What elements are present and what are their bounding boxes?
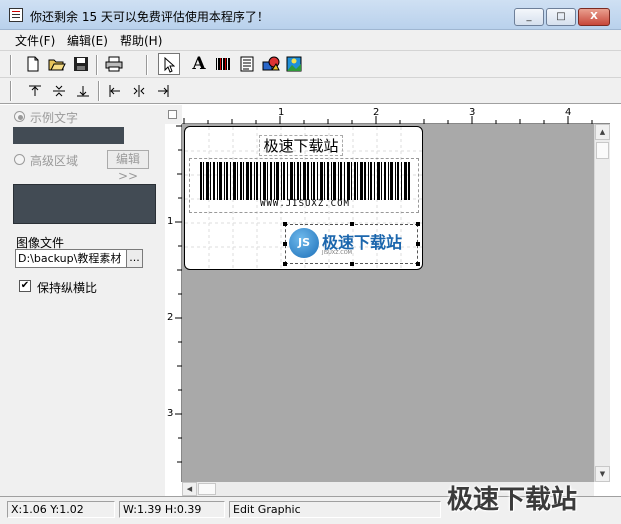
toolbar-separator	[96, 55, 98, 75]
keep-ratio-label: 保持纵横比	[37, 281, 98, 295]
title-bar: 你还剩余 15 天可以免费评估使用本程序了！ _ □ X	[0, 0, 621, 30]
document-tool-icon[interactable]	[236, 53, 258, 75]
menu-bar: 文件(F) 编辑(E) 帮助(H)	[0, 30, 621, 50]
status-mode: Edit Graphic	[229, 501, 441, 518]
horizontal-scroll-thumb[interactable]	[198, 483, 216, 495]
advanced-region-field[interactable]	[13, 184, 156, 224]
minimize-button[interactable]: _	[514, 8, 544, 26]
maximize-button[interactable]: □	[546, 8, 576, 26]
ruler-mark-1: 1	[278, 107, 285, 118]
resize-handle[interactable]	[416, 242, 420, 246]
scroll-left-icon[interactable]: ◀	[182, 482, 197, 496]
align-toolbar	[0, 78, 621, 104]
logo-badge: JS	[289, 228, 319, 258]
scroll-down-icon[interactable]: ▼	[595, 466, 610, 482]
toolbar-grip	[10, 55, 12, 75]
shapes-tool-icon[interactable]	[260, 53, 282, 75]
resize-handle[interactable]	[350, 262, 354, 266]
ruler-mark-3: 3	[469, 107, 476, 118]
pointer-arrow-icon[interactable]	[158, 53, 180, 75]
watermark: 极速下载站	[447, 485, 578, 515]
ruler-mark-v1: 1	[167, 216, 174, 227]
edit-advanced-button[interactable]: 编辑>>	[107, 150, 149, 183]
app-icon	[9, 8, 23, 22]
label-text-object[interactable]: 极速下载站	[259, 135, 343, 156]
vertical-scroll-thumb[interactable]	[596, 142, 609, 159]
barcode-caption: WWW.JISUXZ.COM	[260, 199, 350, 209]
logo-subtitle: JISUXZ.COM	[322, 250, 352, 256]
ruler-mark-v3: 3	[167, 408, 174, 419]
ruler-mark-v2: 2	[167, 312, 174, 323]
new-file-icon[interactable]	[22, 53, 44, 75]
advanced-region-label: 高级区域	[30, 154, 79, 168]
align-bottom-icon[interactable]	[72, 80, 94, 102]
image-tool-icon[interactable]	[283, 53, 305, 75]
resize-handle[interactable]	[416, 262, 420, 266]
advanced-region-radio[interactable]	[14, 154, 25, 165]
scroll-up-icon[interactable]: ▲	[595, 124, 610, 140]
align-top-icon[interactable]	[24, 80, 46, 102]
main-toolbar: A	[0, 50, 621, 78]
align-center-icon[interactable]	[128, 80, 150, 102]
resize-handle[interactable]	[350, 222, 354, 226]
close-button[interactable]: X	[578, 8, 610, 26]
menu-file[interactable]: 文件(F)	[15, 32, 55, 49]
vertical-ruler: 1 2 3	[165, 124, 182, 482]
keep-ratio-checkbox[interactable]: ✔	[19, 280, 31, 292]
window-title: 你还剩余 15 天可以免费评估使用本程序了！	[30, 10, 269, 24]
sample-text-label: 示例文字	[30, 111, 79, 125]
align-right-icon[interactable]	[152, 80, 174, 102]
status-size: W:1.39 H:0.39	[119, 501, 225, 518]
resize-handle[interactable]	[416, 222, 420, 226]
toolbar-grip	[10, 81, 12, 101]
resize-handle[interactable]	[283, 262, 287, 266]
toolbar-separator	[98, 81, 100, 101]
menu-edit[interactable]: 编辑(E)	[67, 32, 108, 49]
print-icon[interactable]	[103, 53, 125, 75]
horizontal-ruler: 1 2 3 4	[182, 105, 610, 124]
ruler-mark-4: 4	[565, 107, 572, 118]
resize-handle[interactable]	[283, 222, 287, 226]
menu-help[interactable]: 帮助(H)	[120, 32, 162, 49]
align-middle-icon[interactable]	[48, 80, 70, 102]
barcode-tool-icon[interactable]	[212, 53, 234, 75]
resize-handle[interactable]	[283, 242, 287, 246]
ruler-corner	[165, 105, 182, 124]
text-tool-icon[interactable]: A	[188, 53, 210, 75]
save-disk-icon[interactable]	[70, 53, 92, 75]
align-left-icon[interactable]	[104, 80, 126, 102]
open-folder-icon[interactable]	[46, 53, 68, 75]
ruler-mark-2: 2	[373, 107, 380, 118]
sample-text-field[interactable]	[13, 127, 124, 144]
status-position: X:1.06 Y:1.02	[7, 501, 115, 518]
toolbar-separator	[146, 55, 148, 75]
image-path-input[interactable]: D:\backup\教程素材	[15, 249, 127, 268]
vertical-scrollbar[interactable]: ▲ ▼	[594, 124, 610, 482]
browse-button[interactable]: ...	[126, 249, 143, 268]
sample-text-radio[interactable]	[14, 111, 25, 122]
